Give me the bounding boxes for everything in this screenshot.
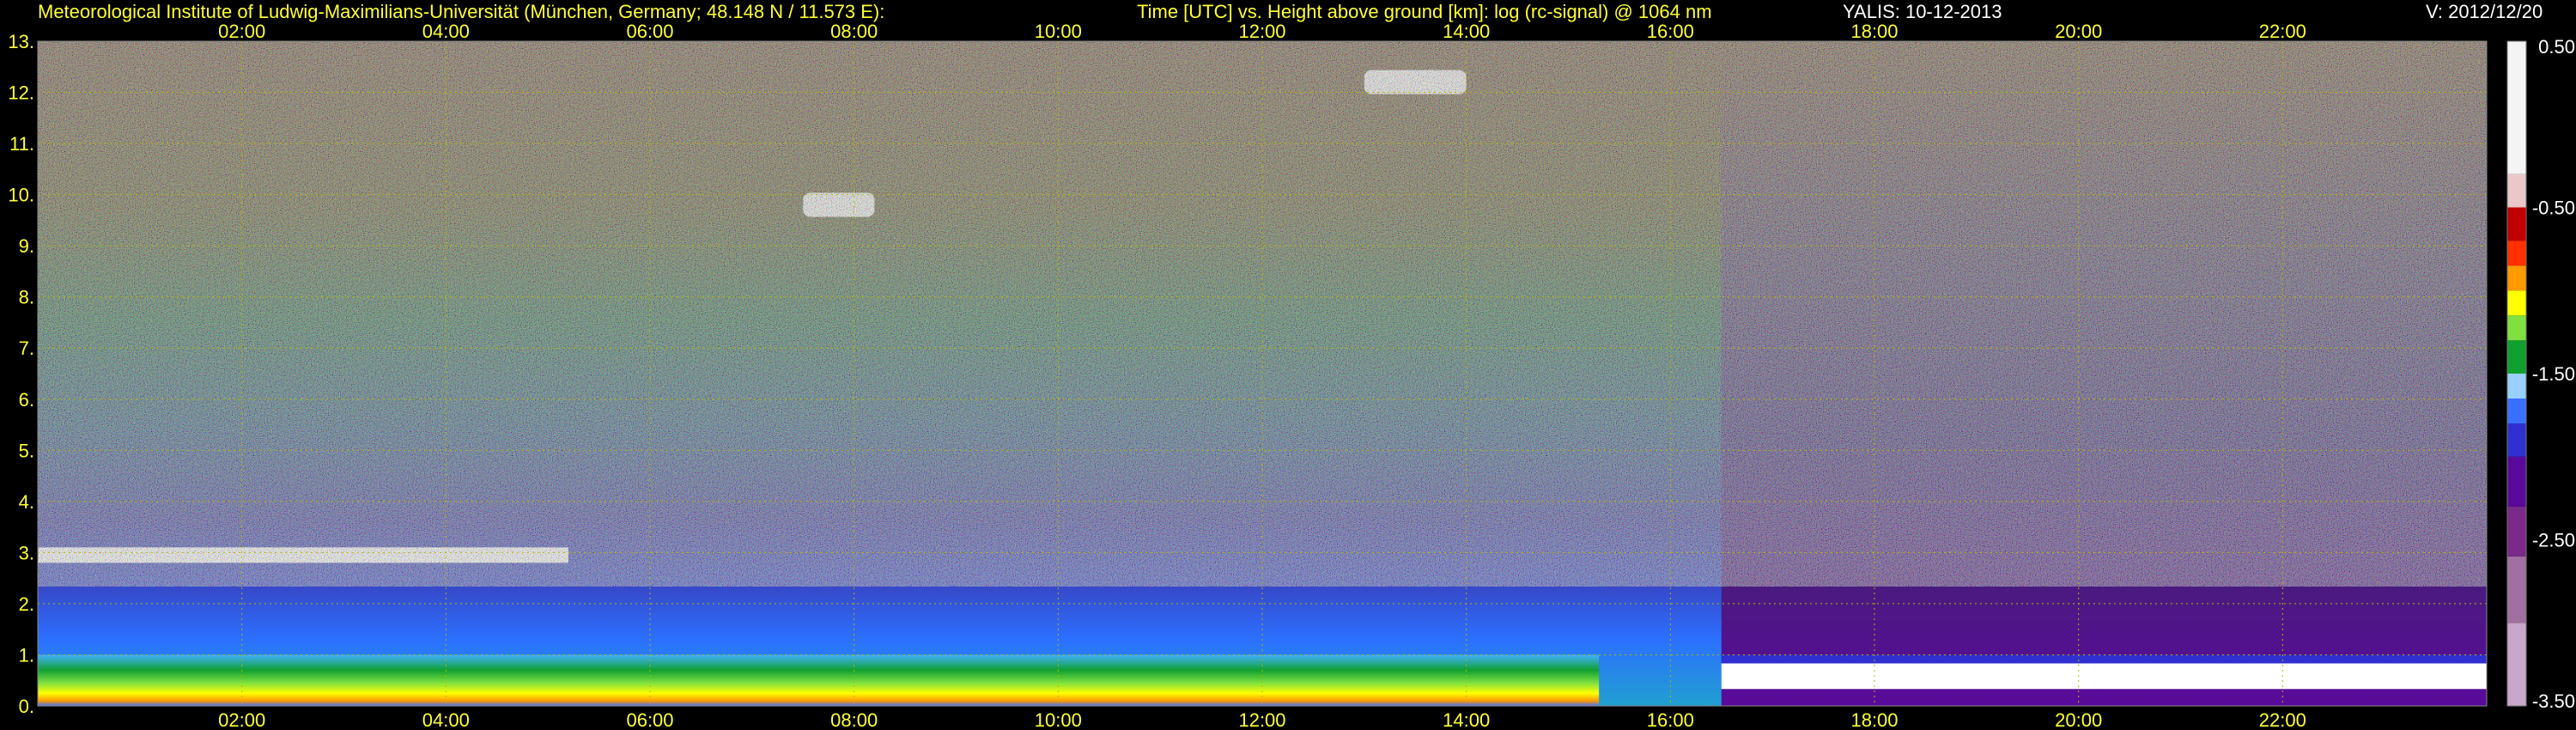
colorbar-segment — [2507, 506, 2526, 557]
colorbar-segment — [2507, 173, 2526, 208]
colorbar-segment — [2507, 340, 2526, 374]
x-tick-label-top: 02:00 — [218, 21, 265, 42]
y-tick-labels: 0. 1. 2. 3. 4. 5. 6. 7. 8. 9. 10. 11. 12. 13. — [8, 31, 34, 717]
y-tick-label: 5. — [19, 440, 34, 461]
colorbar-tick-label: -2.50 — [2532, 530, 2575, 551]
x-tick-label-top: 22:00 — [2259, 21, 2306, 42]
colorbar-segment — [2507, 207, 2526, 241]
x-tick-label-top: 16:00 — [1647, 21, 1694, 42]
x-tick-label-bottom: 22:00 — [2259, 709, 2306, 730]
x-tick-label-top: 14:00 — [1443, 21, 1490, 42]
feature-low-stratus — [1721, 663, 2487, 690]
colorbar-segment — [2507, 315, 2526, 341]
colorbar-segment — [2507, 290, 2526, 316]
x-tick-label-top: 10:00 — [1035, 21, 1082, 42]
x-tick-label-bottom: 14:00 — [1443, 709, 1490, 730]
colorbar-segment — [2507, 240, 2526, 266]
x-tick-label-bottom: 04:00 — [422, 709, 470, 730]
x-tick-label-top: 20:00 — [2055, 21, 2102, 42]
colorbar-segment — [2507, 623, 2526, 706]
x-tick-label-bottom: 06:00 — [626, 709, 673, 730]
y-tick-label: 8. — [19, 287, 34, 308]
header-axes-title: Time [UTC] vs. Height above ground [km]:… — [1137, 1, 1712, 22]
x-tick-label-top: 04:00 — [422, 21, 470, 42]
y-tick-label: 4. — [19, 491, 34, 513]
colorbar-tick-label: -0.50 — [2532, 198, 2575, 219]
header-institute: Meteorological Institute of Ludwig-Maxim… — [38, 1, 884, 22]
colorbar-segment — [2507, 423, 2526, 457]
x-tick-label-bottom: 18:00 — [1850, 709, 1898, 730]
y-tick-label: 10. — [8, 185, 34, 206]
x-tick-label-bottom: 20:00 — [2055, 709, 2102, 730]
y-tick-label: 9. — [19, 235, 34, 257]
colorbar-tick-label: -3.50 — [2532, 690, 2575, 712]
lidar-quicklook-chart: Meteorological Institute of Ludwig-Maxim… — [8, 1, 2575, 730]
colorbar-tick-label: 0.50 — [2538, 36, 2575, 58]
colorbar-segment — [2507, 456, 2526, 507]
x-tick-label-bottom: 16:00 — [1647, 709, 1694, 730]
x-tick-label-top: 18:00 — [1850, 21, 1898, 42]
colorbar-segment — [2507, 265, 2526, 291]
x-tick-label-bottom: 02:00 — [218, 709, 265, 730]
colorbar-segment — [2507, 556, 2526, 624]
x-tick-labels-bottom: 02:00 04:00 06:00 08:00 10:00 12:00 14:00 16:00… — [218, 709, 2306, 730]
x-tick-label-top: 12:00 — [1238, 21, 1285, 42]
noise-overlay — [38, 41, 2487, 587]
y-tick-label: 1. — [19, 644, 34, 666]
y-tick-label: 0. — [19, 696, 34, 717]
colorbar-segment — [2507, 398, 2526, 424]
y-tick-label: 3. — [19, 542, 34, 563]
colorbar: 0.50 -0.50 -1.50 -2.50 -3.50 — [2506, 36, 2575, 712]
y-tick-label: 12. — [8, 82, 34, 104]
header-version: V: 2012/12/20 — [2426, 1, 2543, 22]
y-tick-label: 7. — [19, 338, 34, 359]
stratus-cap — [1721, 654, 2487, 664]
y-tick-label: 2. — [19, 593, 34, 615]
colorbar-tick-label: -1.50 — [2532, 363, 2575, 385]
x-tick-label-bottom: 08:00 — [830, 709, 878, 730]
x-tick-label-top: 06:00 — [626, 21, 673, 42]
x-tick-labels-top: 02:00 04:00 06:00 08:00 10:00 12:00 14:00 16:00… — [218, 21, 2306, 42]
feature-boundary-layer — [38, 654, 1600, 706]
header-instrument: YALIS: 10-12-2013 — [1843, 1, 2002, 22]
x-tick-label-bottom: 12:00 — [1238, 709, 1285, 730]
y-tick-label: 13. — [8, 31, 34, 52]
colorbar-segment — [2507, 41, 2526, 174]
colorbar-segment — [2507, 374, 2526, 399]
y-tick-label: 6. — [19, 389, 34, 411]
x-tick-label-top: 08:00 — [830, 21, 878, 42]
y-tick-label: 11. — [9, 133, 34, 155]
x-tick-label-bottom: 10:00 — [1035, 709, 1082, 730]
